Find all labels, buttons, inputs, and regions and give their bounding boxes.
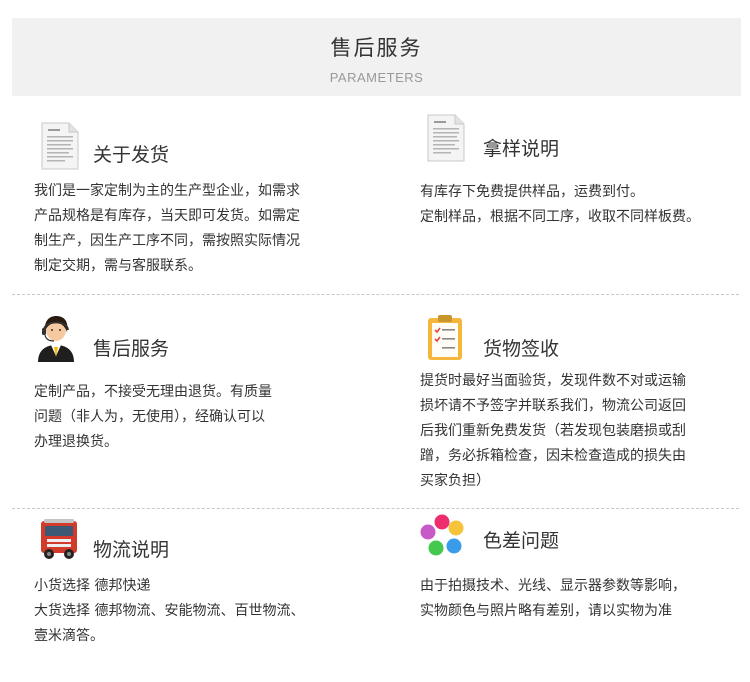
body-line: 买家负担） (420, 473, 490, 489)
body-line: 蹭，务必拆箱检查，因未检查造成的损失由 (420, 448, 686, 464)
document-icon (41, 122, 79, 170)
body-line: 损坏请不予签字并联系我们，物流公司返回 (420, 398, 686, 414)
body-line: 我们是一家定制为主的生产型企业，如需求 (34, 183, 300, 199)
block-body: 提货时最好当面验货，发现件数不对或运输 损坏请不予签字并联系我们，物流公司返回 … (420, 369, 686, 494)
delivery-truck-icon (41, 519, 77, 559)
block-aftersales: 售后服务 定制产品，不接受无理由退货。有质量 问题（非人为，无使用），经确认可以… (34, 314, 364, 454)
body-line: 问题（非人为，无使用），经确认可以 (34, 409, 265, 425)
dashed-divider (12, 294, 739, 295)
block-samples: 拿样说明 有库存下免费提供样品，运费到付。 定制样品，根据不同工序，收取不同样板… (420, 114, 745, 234)
body-line: 小货选择 德邦快递 (34, 578, 151, 594)
body-line: 大货选择 德邦物流、安能物流、百世物流、 (34, 603, 305, 619)
block-body: 由于拍摄技术、光线、显示器参数等影响， 实物颜色与照片略有差别，请以实物为准 (420, 574, 686, 624)
body-line: 制定交期，需与客服联系。 (34, 258, 202, 274)
block-title: 拿样说明 (483, 138, 560, 160)
color-dots-icon (420, 514, 464, 556)
block-body: 定制产品，不接受无理由退货。有质量 问题（非人为，无使用），经确认可以 办理退换… (34, 380, 272, 455)
body-line: 制生产，因生产工序不同，需按照实际情况 (34, 233, 300, 249)
section-header: 售后服务 PARAMETERS (12, 18, 741, 96)
block-logistics: 物流说明 小货选择 德邦快递 大货选择 德邦物流、安能物流、百世物流、 壹米滴答… (34, 516, 364, 656)
block-shipping: 关于发货 我们是一家定制为主的生产型企业，如需求 产品规格是有库存，当天即可发货… (34, 120, 364, 280)
document-icon (427, 114, 465, 162)
block-body: 有库存下免费提供样品，运费到付。 定制样品，根据不同工序，收取不同样板费。 (420, 180, 700, 230)
block-receipt: 货物签收 提货时最好当面验货，发现件数不对或运输 损坏请不予签字并联系我们，物流… (420, 314, 745, 494)
service-agent-icon (38, 316, 74, 362)
block-title: 售后服务 (93, 338, 170, 360)
body-line: 办理退换货。 (34, 434, 118, 450)
body-line: 由于拍摄技术、光线、显示器参数等影响， (420, 578, 686, 594)
block-title: 物流说明 (93, 539, 170, 561)
dashed-divider (12, 508, 739, 509)
body-line: 产品规格是有库存，当天即可发货。如需定 (34, 208, 300, 224)
body-line: 提货时最好当面验货，发现件数不对或运输 (420, 373, 686, 389)
block-title: 关于发货 (93, 144, 170, 166)
block-color: 色差问题 由于拍摄技术、光线、显示器参数等影响， 实物颜色与照片略有差别，请以实… (420, 514, 745, 634)
body-line: 有库存下免费提供样品，运费到付。 (420, 184, 644, 200)
body-line: 定制样品，根据不同工序，收取不同样板费。 (420, 209, 700, 225)
section-title: 售后服务 (330, 36, 423, 60)
section-subtitle: PARAMETERS (329, 70, 424, 85)
body-line: 定制产品，不接受无理由退货。有质量 (34, 384, 272, 400)
block-body: 我们是一家定制为主的生产型企业，如需求 产品规格是有库存，当天即可发货。如需定 … (34, 179, 300, 279)
block-title: 货物签收 (483, 338, 560, 360)
block-title: 色差问题 (483, 530, 560, 552)
block-body: 小货选择 德邦快递 大货选择 德邦物流、安能物流、百世物流、 壹米滴答。 (34, 574, 304, 649)
body-line: 后我们重新免费发货（若发现包装磨损或刮 (420, 423, 686, 439)
clipboard-checklist-icon (428, 315, 462, 360)
body-line: 实物颜色与照片略有差别，请以实物为准 (420, 603, 672, 619)
body-line: 壹米滴答。 (34, 628, 104, 644)
